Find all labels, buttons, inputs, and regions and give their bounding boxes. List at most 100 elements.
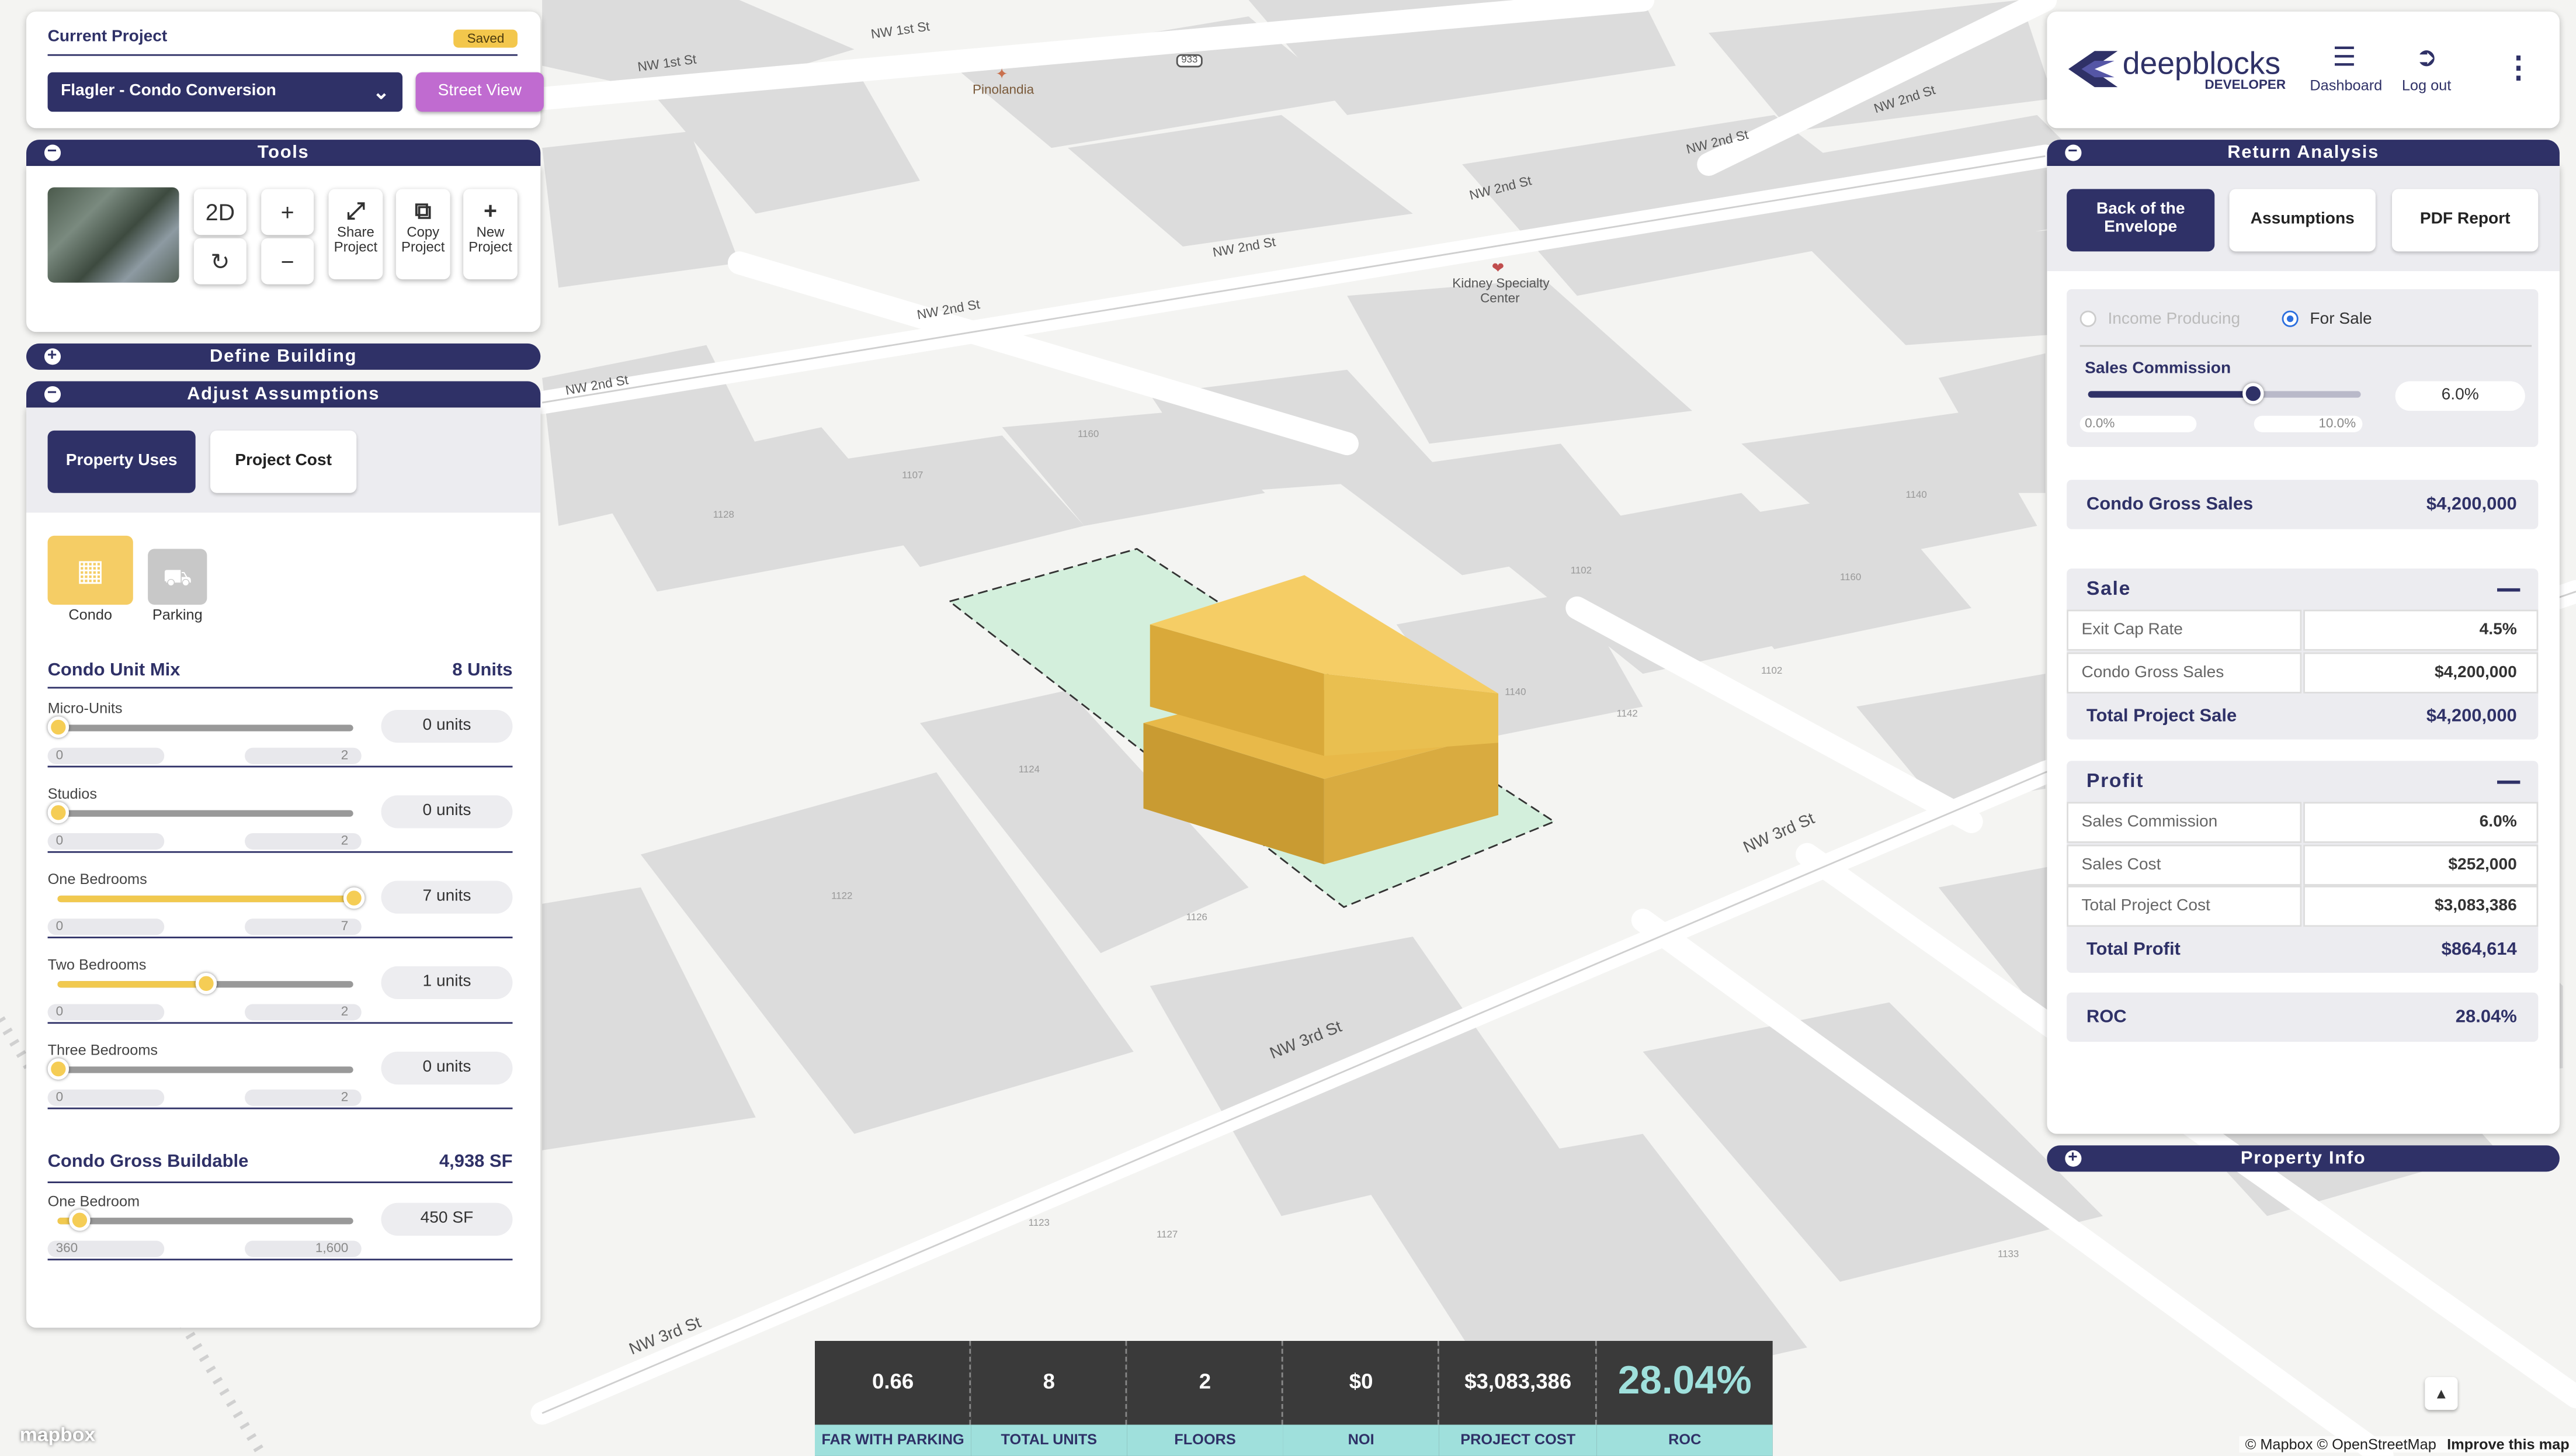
tab-project-cost[interactable]: Project Cost <box>210 430 357 493</box>
analysis-row-value: 4.5% <box>2303 609 2539 651</box>
divider <box>47 851 513 853</box>
car-icon: ⛟ <box>162 563 192 590</box>
unit-slider-knob[interactable] <box>195 973 217 994</box>
tab-back-of-envelope-label: Back of the Envelope <box>2096 200 2185 237</box>
collapse-icon[interactable]: − <box>2065 144 2082 161</box>
divider <box>47 937 513 938</box>
roc-label: ROC <box>2086 1007 2127 1027</box>
unit-slider-track[interactable] <box>47 1058 353 1080</box>
profit-collapse-icon[interactable] <box>2497 780 2521 784</box>
return-analysis-header[interactable]: − Return Analysis <box>2047 140 2560 167</box>
logout-button[interactable]: ➲ Log out <box>2392 44 2461 93</box>
kpi-value: 8 <box>1043 1368 1055 1393</box>
tab-property-uses[interactable]: Property Uses <box>47 430 196 493</box>
poi-label: Center <box>1480 290 1520 306</box>
unit-slider-track[interactable] <box>47 716 353 738</box>
gross-sales-label: Condo Gross Sales <box>2086 494 2254 515</box>
share-project-button[interactable]: ⤢ Share Project <box>328 189 383 280</box>
unit-slider-fill <box>57 981 206 988</box>
collapse-icon[interactable]: − <box>44 144 61 161</box>
unit-slider-value[interactable]: 0 units <box>381 1052 513 1085</box>
chevron-down-icon: ⌄ <box>373 80 390 104</box>
analysis-row: Total Project Cost $3,083,386 <box>2067 885 2539 927</box>
collapse-icon[interactable]: − <box>44 386 61 403</box>
street-label: NW 2nd St <box>1685 127 1750 157</box>
improve-map-link[interactable]: Improve this map <box>2447 1436 2570 1452</box>
unit-slider-knob[interactable] <box>47 802 70 824</box>
kpi-label: FAR WITH PARKING <box>815 1424 971 1456</box>
adjust-assumptions-header[interactable]: − Adjust Assumptions <box>26 381 541 408</box>
attribution: © Mapbox © OpenStreetMap Improve this ma… <box>2238 1436 2576 1453</box>
define-building-header[interactable]: + Define Building <box>26 343 541 370</box>
divider <box>47 687 513 689</box>
expand-icon[interactable]: + <box>44 348 61 365</box>
analysis-row-value: 6.0% <box>2303 802 2539 843</box>
unit-slider-track[interactable] <box>57 887 365 909</box>
street-label: NW 3rd St <box>627 1314 704 1360</box>
tools-panel: 2D ↻ + − ⤢ Share Project ⧉ Copy Project … <box>26 166 541 332</box>
unit-slider-knob[interactable] <box>47 716 70 738</box>
sale-collapse-icon[interactable] <box>2497 588 2521 592</box>
new-project-button[interactable]: + New Project <box>463 189 518 280</box>
mapbox-logo[interactable]: mapbox <box>20 1423 95 1446</box>
tab-pdf-report[interactable]: PDF Report <box>2392 189 2539 252</box>
unit-slider-value[interactable]: 0 units <box>381 710 513 743</box>
new-label-2: Project <box>468 238 512 255</box>
unit-slider-value[interactable]: 0 units <box>381 795 513 828</box>
kpi-cell: 2 FLOORS <box>1127 1341 1283 1456</box>
tab-back-of-envelope[interactable]: Back of the Envelope <box>2067 189 2215 252</box>
size-slider-track[interactable] <box>57 1209 353 1231</box>
more-menu-icon[interactable]: ⋮ <box>2504 51 2533 85</box>
street-view-button[interactable]: Street View <box>415 72 544 112</box>
unit-slider-fill <box>57 895 353 903</box>
commission-slider-fill <box>2088 391 2252 398</box>
unit-slider-value[interactable]: 7 units <box>381 880 513 914</box>
commission-card: Income Producing For Sale Sales Commissi… <box>2067 289 2539 447</box>
zoom-in-button[interactable]: + <box>261 189 314 235</box>
unit-slider-track[interactable] <box>47 802 353 824</box>
compass-button[interactable]: ▲ <box>2425 1377 2458 1410</box>
commission-slider-knob[interactable] <box>2241 383 2263 404</box>
radio-income-producing[interactable] <box>2079 310 2096 327</box>
property-info-header[interactable]: + Property Info <box>2047 1145 2560 1172</box>
attribution-text[interactable]: © Mapbox © OpenStreetMap <box>2245 1436 2436 1452</box>
commission-slider-track[interactable] <box>2088 383 2361 404</box>
dashboard-button[interactable]: ☰ Dashboard <box>2310 44 2383 94</box>
radio-for-sale[interactable] <box>2282 310 2299 327</box>
analysis-row: Sales Cost $252,000 <box>2067 844 2539 885</box>
expand-icon[interactable]: + <box>2065 1149 2082 1167</box>
unit-slider-knob[interactable] <box>343 887 365 909</box>
tools-header[interactable]: − Tools <box>26 140 541 167</box>
street-label: NW 1st St <box>636 51 697 75</box>
saved-badge: Saved <box>454 29 518 48</box>
project-select-value: Flagler - Condo Conversion <box>61 82 276 100</box>
unit-slider-max: 2 <box>245 1004 362 1021</box>
mode-2d-button[interactable]: 2D <box>193 189 247 235</box>
lot-number: 1107 <box>902 472 924 482</box>
unit-mix-total: 8 Units <box>452 660 513 681</box>
dashboard-icon: ☰ <box>2332 44 2356 72</box>
unit-slider-track[interactable] <box>57 973 353 994</box>
street-label: NW 2nd St <box>1211 234 1277 261</box>
size-slider-knob[interactable] <box>68 1209 90 1231</box>
lot-number: 1122 <box>831 892 853 903</box>
divider <box>47 1259 513 1261</box>
kpi-label: TOTAL UNITS <box>971 1424 1127 1456</box>
use-parking-button[interactable]: ⛟ <box>148 549 207 605</box>
tab-assumptions[interactable]: Assumptions <box>2229 189 2376 252</box>
current-project-heading: Current Project <box>47 27 168 46</box>
size-slider-value[interactable]: 450 SF <box>381 1202 513 1236</box>
rotate-reset-icon[interactable]: ↻ <box>193 238 247 285</box>
commission-value-field[interactable]: 6.0% <box>2395 381 2525 411</box>
unit-slider-min: 0 <box>47 747 165 764</box>
dashboard-label: Dashboard <box>2310 77 2383 94</box>
unit-slider-value[interactable]: 1 units <box>381 966 513 999</box>
street-label: NW 3rd St <box>1268 1018 1345 1064</box>
zoom-out-button[interactable]: − <box>261 238 314 285</box>
copy-project-button[interactable]: ⧉ Copy Project <box>395 189 450 280</box>
unit-slider-knob[interactable] <box>47 1058 70 1080</box>
street-label: NW 1st St <box>870 19 931 42</box>
satellite-thumbnail[interactable] <box>47 187 179 283</box>
use-condo-button[interactable]: ▦ <box>47 535 133 605</box>
project-select[interactable]: Flagler - Condo Conversion ⌄ <box>47 72 403 112</box>
